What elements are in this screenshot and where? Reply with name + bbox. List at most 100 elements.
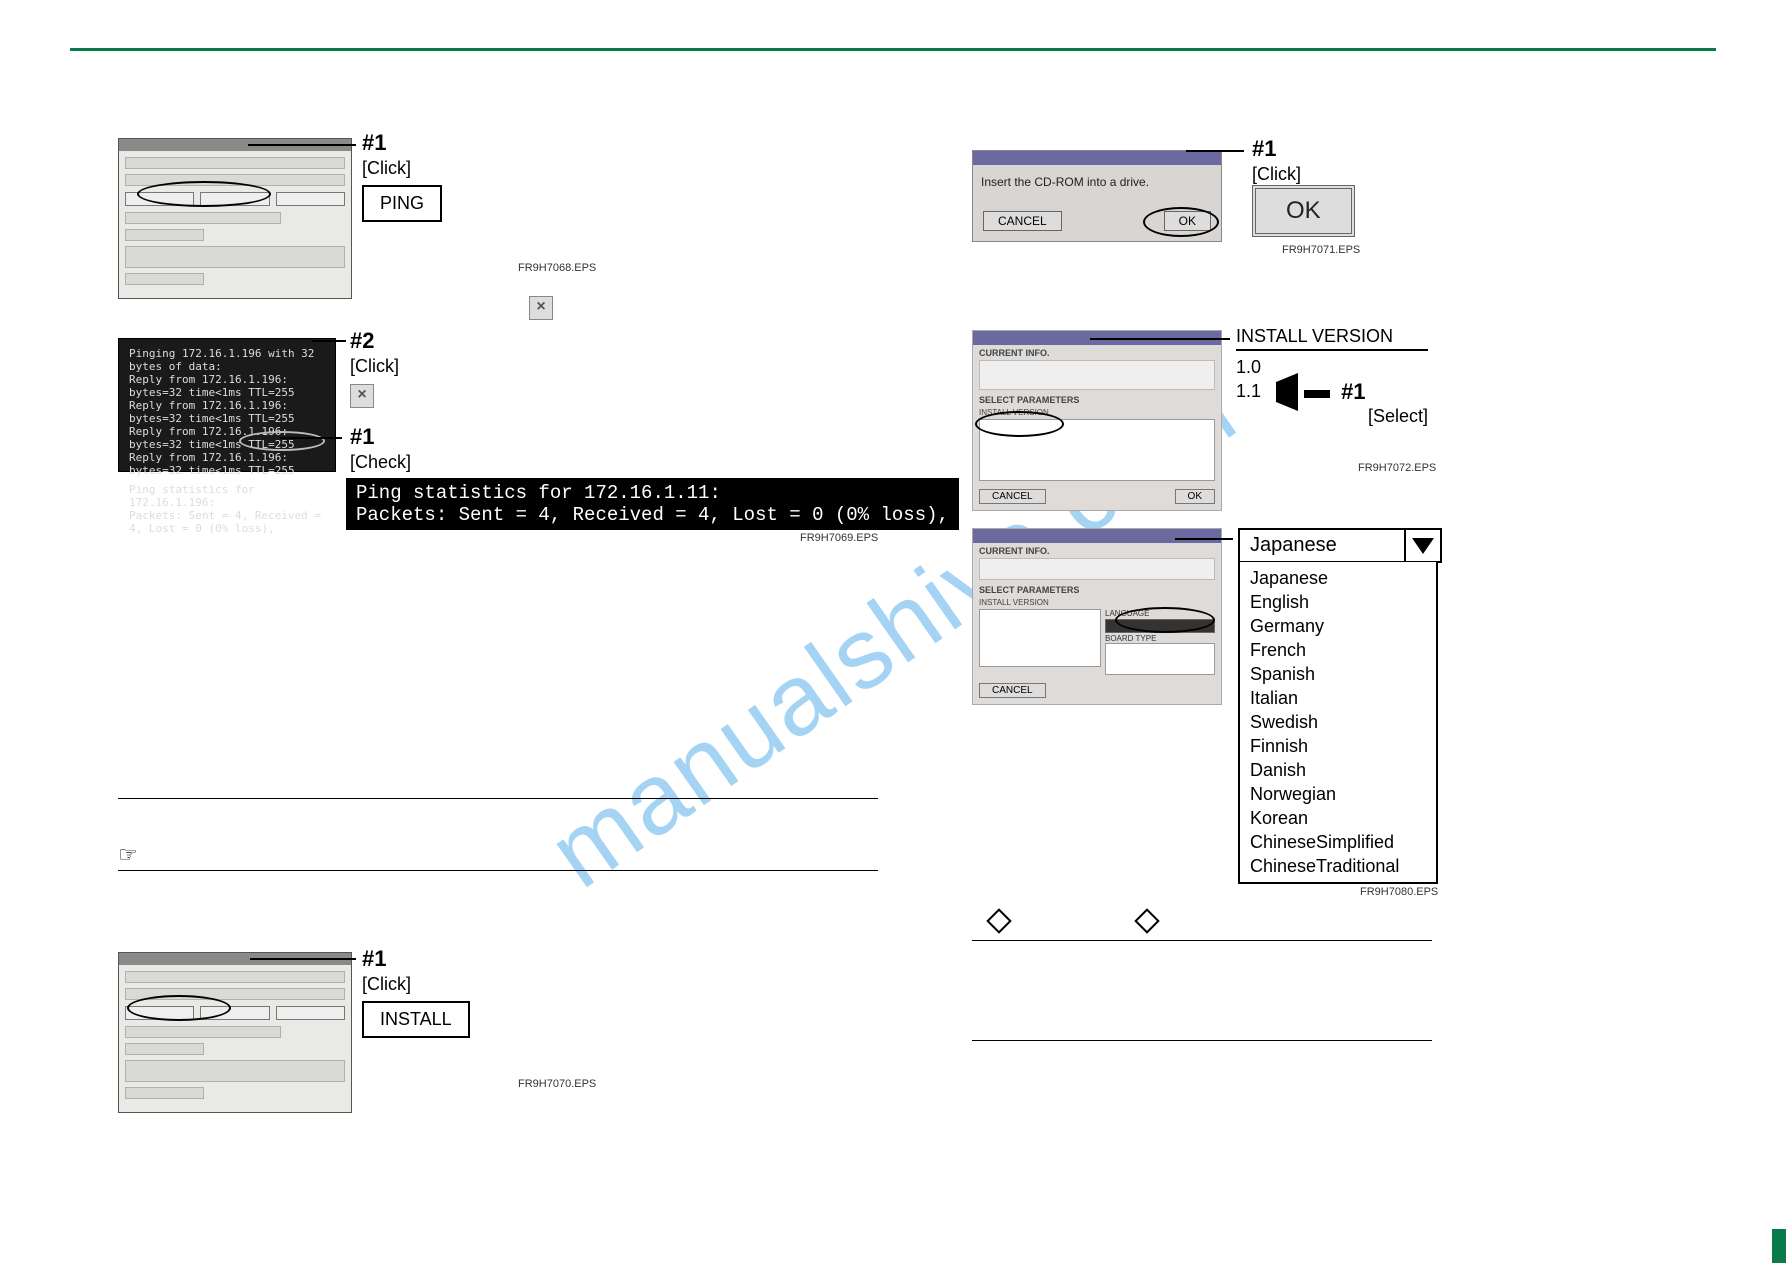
version-value: 1.1 — [1236, 381, 1261, 401]
section-label: CURRENT INFO. — [973, 345, 1221, 358]
anno-action: [Click] — [1252, 164, 1355, 185]
console-line: Reply from 172.16.1.196: bytes=32 time<1… — [129, 399, 325, 425]
anno-step3: #1 [Click] INSTALL — [362, 946, 470, 1038]
eps-caption: FR9H7080.EPS — [1360, 886, 1438, 898]
anno-step1: #1 [Click] PING — [362, 130, 442, 222]
language-option[interactable]: Swedish — [1250, 710, 1426, 734]
console-line: Ping statistics for 172.16.1.196: — [129, 483, 325, 509]
install-button-label[interactable]: INSTALL — [362, 1001, 470, 1038]
arrow-left-icon — [1266, 380, 1330, 404]
board-label: BOARD TYPE — [1105, 634, 1215, 643]
eps-caption: FR9H7069.EPS — [800, 532, 878, 544]
anno-marker: #1 — [1341, 379, 1365, 404]
anno-cd: #1 [Click] OK — [1252, 136, 1355, 237]
ping-button-label[interactable]: PING — [362, 185, 442, 222]
ok-button[interactable]: OK — [1175, 489, 1215, 504]
cancel-button[interactable]: CANCEL — [979, 489, 1046, 504]
eps-caption: FR9H7068.EPS — [518, 262, 596, 274]
callout-line — [250, 958, 356, 960]
eps-caption: FR9H7070.EPS — [518, 1078, 596, 1090]
section-label: CURRENT INFO. — [973, 543, 1221, 556]
diamond-bullet-icon — [986, 908, 1011, 933]
language-option[interactable]: Korean — [1250, 806, 1426, 830]
language-option[interactable]: Danish — [1250, 758, 1426, 782]
version-list-small[interactable] — [979, 609, 1101, 667]
generic-button[interactable] — [276, 1006, 345, 1020]
console-line: Packets: Sent = 4, Received = 4, Lost = … — [129, 509, 325, 535]
version-heading: INSTALL VERSION — [1236, 326, 1428, 351]
chevron-down-icon — [1404, 530, 1440, 561]
cancel-button[interactable]: CANCEL — [983, 211, 1062, 231]
ping-stats-strip: Ping statistics for 172.16.1.11: Packets… — [346, 478, 959, 530]
field-row — [125, 1087, 204, 1099]
language-select-closed[interactable]: Japanese — [1238, 528, 1442, 563]
anno-marker: #2 — [350, 328, 399, 354]
section-sublabel: INSTALL VERSION — [973, 595, 1221, 607]
language-option[interactable]: French — [1250, 638, 1426, 662]
anno-marker: #1 — [362, 946, 470, 972]
callout-line — [248, 144, 356, 146]
anno-check: #1 [Check] — [350, 424, 411, 473]
section-label: SELECT PARAMETERS — [973, 582, 1221, 595]
language-option[interactable]: English — [1250, 590, 1426, 614]
pointer-icon — [118, 842, 136, 856]
field-row — [125, 273, 204, 285]
anno-action: [Select] — [1368, 404, 1428, 428]
version-item-selected: 1.1 #1 — [1236, 379, 1428, 404]
callout-line — [312, 340, 346, 342]
language-option[interactable]: Spanish — [1250, 662, 1426, 686]
board-list-mini[interactable] — [1105, 643, 1215, 675]
anno-action: [Click] — [362, 158, 442, 179]
anno-marker: #1 — [1252, 136, 1355, 162]
cd-check-dialog: Insert the CD-ROM into a drive. CANCEL O… — [972, 150, 1222, 242]
language-option[interactable]: Finnish — [1250, 734, 1426, 758]
callout-oval — [239, 431, 325, 451]
language-option[interactable]: ChineseSimplified — [1250, 830, 1426, 854]
page: manualshive.com #1 [Click] PING FR9H7068… — [0, 0, 1786, 1263]
version-item: 1.0 — [1236, 355, 1428, 379]
language-selected-value: Japanese — [1240, 530, 1404, 561]
generic-button[interactable] — [276, 192, 345, 206]
callout-oval — [975, 411, 1064, 437]
page-edge-tab — [1772, 1229, 1786, 1263]
language-option[interactable]: ChineseTraditional — [1250, 854, 1426, 878]
field-row — [125, 229, 204, 241]
ping-console: Pinging 172.16.1.196 with 32 bytes of da… — [118, 338, 336, 472]
anno-marker: #1 — [362, 130, 442, 156]
field-row — [125, 157, 345, 169]
current-info-panel — [979, 558, 1215, 580]
dialog-body — [119, 151, 351, 298]
field-row — [125, 1043, 204, 1055]
ok-button-large[interactable]: OK — [1252, 185, 1355, 237]
ping-stats-line1: Ping statistics for 172.16.1.11: — [356, 482, 949, 504]
console-line: Pinging 172.16.1.196 with 32 bytes of da… — [129, 347, 325, 373]
field-row — [125, 1060, 345, 1082]
callout-oval — [1115, 607, 1215, 633]
anno-marker: #1 — [350, 424, 411, 450]
eps-caption: FR9H7071.EPS — [1282, 244, 1360, 256]
console-line: Reply from 172.16.1.196: bytes=32 time<1… — [129, 451, 325, 477]
language-select-open[interactable]: Japanese English Germany French Spanish … — [1238, 562, 1438, 884]
callout-oval — [1143, 207, 1219, 237]
callout-oval — [127, 995, 231, 1021]
field-row — [125, 971, 345, 983]
pc-tool-software-dialog-1: CURRENT INFO. SELECT PARAMETERS INSTALL … — [972, 330, 1222, 511]
section-label: SELECT PARAMETERS — [973, 392, 1221, 405]
current-info-panel — [979, 360, 1215, 390]
pc-tool-software-dialog-2: CURRENT INFO. SELECT PARAMETERS INSTALL … — [972, 528, 1222, 705]
cd-message: Insert the CD-ROM into a drive. — [973, 165, 1221, 211]
dialog-titlebar — [973, 151, 1221, 165]
dialog-buttons: CANCEL — [973, 677, 1221, 704]
language-option[interactable]: Japanese — [1250, 566, 1426, 590]
close-icon[interactable]: × — [350, 384, 374, 408]
dialog-buttons: CANCEL OK — [973, 483, 1221, 510]
separator-line — [118, 870, 878, 871]
callout-line — [280, 437, 342, 439]
callout-line — [1175, 538, 1233, 540]
cancel-button[interactable]: CANCEL — [979, 683, 1046, 698]
language-option[interactable]: Italian — [1250, 686, 1426, 710]
close-icon[interactable]: × — [529, 296, 553, 320]
language-option[interactable]: Norwegian — [1250, 782, 1426, 806]
language-option[interactable]: Germany — [1250, 614, 1426, 638]
network-settings-dialog-2 — [118, 952, 352, 1113]
